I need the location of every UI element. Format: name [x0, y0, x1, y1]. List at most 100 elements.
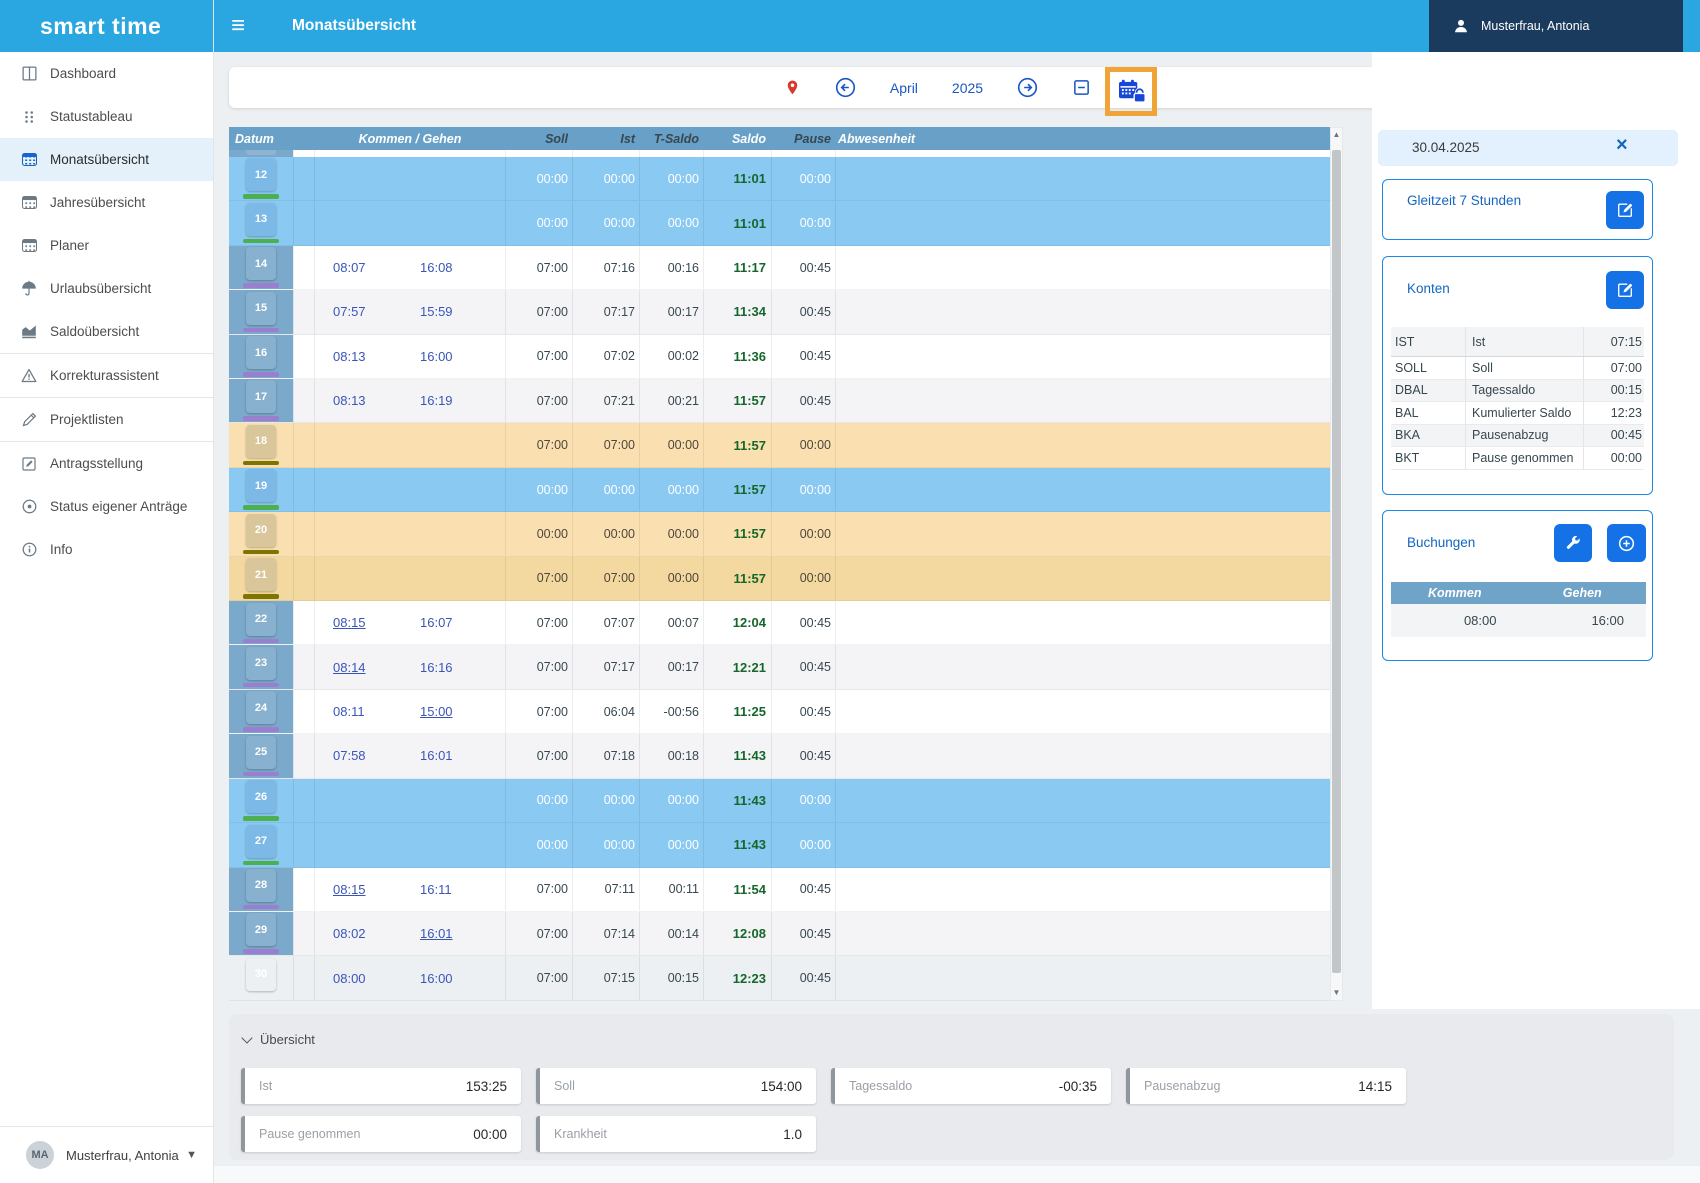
- schedule-label: Gleitzeit 7 Stunden: [1407, 191, 1537, 211]
- tsaldo-cell: 00:00: [640, 201, 704, 244]
- day-status-bar: [243, 239, 279, 244]
- gehen-time-link[interactable]: 15:59: [420, 304, 460, 319]
- table-row[interactable]: 1708:1316:1907:0007:2100:2111:5700:45: [229, 379, 1330, 423]
- saldo-cell: 12:04: [704, 601, 772, 644]
- gehen-time-link[interactable]: 15:00: [420, 704, 460, 719]
- kommen-time-link[interactable]: 08:15: [333, 882, 373, 897]
- buchung-row[interactable]: 08:0016:00: [1391, 604, 1646, 637]
- soll-cell: 00:00: [506, 468, 573, 511]
- gehen-time-link[interactable]: 16:19: [420, 393, 460, 408]
- calendar-lock-button[interactable]: [1117, 79, 1146, 104]
- sidebar-item-korrekturassistent[interactable]: Korrekturassistent: [0, 354, 213, 397]
- location-pin-icon[interactable]: [784, 78, 801, 97]
- close-icon[interactable]: ×: [1616, 134, 1628, 157]
- add-buchung-button[interactable]: [1607, 524, 1646, 562]
- sidebar-item-info[interactable]: Info: [0, 528, 213, 571]
- table-row[interactable]: 2208:1516:0707:0007:0700:0712:0400:45: [229, 601, 1330, 645]
- table-row[interactable]: 2808:1516:1107:0007:1100:1111:5400:45: [229, 868, 1330, 912]
- sidebar-item-dashboard[interactable]: Dashboard: [0, 52, 213, 95]
- table-row[interactable]: 1300:0000:0000:0011:0100:00: [229, 201, 1330, 245]
- chart-icon: [16, 323, 42, 340]
- sidebar-item-urlaubs-bersicht[interactable]: Urlaubsübersicht: [0, 267, 213, 310]
- kommen-time-link[interactable]: 08:00: [333, 971, 373, 986]
- sidebar-user-footer[interactable]: MA Musterfrau, Antonia ▼: [0, 1126, 213, 1183]
- table-row[interactable]: 1200:0000:0000:0011:0100:00: [229, 157, 1330, 201]
- table-row[interactable]: 2308:1416:1607:0007:1700:1712:2100:45: [229, 645, 1330, 689]
- header-kommen-gehen: Kommen / Gehen: [315, 132, 506, 146]
- table-row[interactable]: 1408:0716:0807:0007:1600:1611:1700:45: [229, 246, 1330, 290]
- calendar-year-icon: [16, 196, 42, 209]
- edit-konten-button[interactable]: [1606, 271, 1644, 309]
- table-row[interactable]: 1507:5715:5907:0007:1700:1711:3400:45: [229, 290, 1330, 334]
- kommen-time-link[interactable]: 08:02: [333, 926, 373, 941]
- sidebar-item-planer[interactable]: Planer: [0, 224, 213, 267]
- previous-month-button[interactable]: [835, 77, 856, 98]
- table-row[interactable]: 2408:1115:0007:0006:04-00:5611:2500:45: [229, 690, 1330, 734]
- konto-code: DBAL: [1391, 380, 1466, 402]
- kommen-time-link[interactable]: 08:15: [333, 615, 373, 630]
- table-scrollbar-thumb[interactable]: [1332, 150, 1341, 973]
- gehen-time-link[interactable]: 16:01: [420, 926, 460, 941]
- spacer-cell: [293, 423, 315, 466]
- konto-value: 00:15: [1584, 383, 1644, 397]
- table-scrollbar[interactable]: ▲ ▼: [1330, 127, 1343, 1001]
- table-header-row: Datum Kommen / Gehen Soll Ist T-Saldo Sa…: [229, 127, 1330, 150]
- kommen-time-link[interactable]: 07:58: [333, 748, 373, 763]
- sidebar-item-jahres-bersicht[interactable]: Jahresübersicht: [0, 181, 213, 224]
- soll-cell: 07:00: [506, 868, 573, 911]
- header-ist: Ist: [573, 132, 640, 146]
- buchungen-tools-button[interactable]: [1554, 524, 1592, 562]
- table-row[interactable]: 2507:5816:0107:0007:1800:1811:4300:45: [229, 734, 1330, 778]
- kommen-time-link[interactable]: 08:13: [333, 393, 373, 408]
- table-row[interactable]: 1608:1316:0007:0007:0200:0211:3600:45: [229, 335, 1330, 379]
- overview-toggle[interactable]: Übersicht: [243, 1032, 315, 1047]
- menu-icon[interactable]: ≡: [231, 14, 245, 38]
- edit-schedule-button[interactable]: [1606, 191, 1644, 229]
- kommen-time-link[interactable]: 08:11: [333, 704, 373, 719]
- gehen-time-link[interactable]: 16:00: [420, 971, 460, 986]
- user-menu[interactable]: Musterfrau, Antonia: [1429, 0, 1683, 52]
- sidebar-item-antragsstellung[interactable]: Antragsstellung: [0, 442, 213, 485]
- table-row[interactable]: 3008:0016:0007:0007:1500:1512:2300:45: [229, 956, 1330, 1000]
- scroll-down-arrow[interactable]: ▼: [1331, 986, 1342, 1000]
- sidebar-item-saldo-bersicht[interactable]: Saldoübersicht: [0, 310, 213, 353]
- table-row[interactable]: 1807:0007:0000:0011:5700:00: [229, 423, 1330, 467]
- sidebar-item-status-eigener-antr-ge[interactable]: Status eigener Anträge: [0, 485, 213, 528]
- edit-square-icon: [16, 456, 42, 472]
- collapse-rows-button[interactable]: [1072, 78, 1091, 97]
- table-row[interactable]: 2107:0007:0000:0011:5700:00: [229, 557, 1330, 601]
- konto-label: Pausenabzug: [1466, 425, 1584, 447]
- ist-cell: 00:00: [573, 157, 640, 200]
- kommen-gehen-cell: 08:13 16:00: [315, 335, 506, 378]
- table-row[interactable]: 2000:0000:0000:0011:5700:00: [229, 512, 1330, 556]
- konten-row: DBALTagessaldo00:15: [1391, 380, 1644, 403]
- next-month-button[interactable]: [1017, 77, 1038, 98]
- gehen-time-link[interactable]: 16:07: [420, 615, 460, 630]
- scroll-up-arrow[interactable]: ▲: [1331, 128, 1342, 142]
- table-row[interactable]: 2600:0000:0000:0011:4300:00: [229, 779, 1330, 823]
- buchungen-header-row: Kommen Gehen: [1391, 582, 1646, 604]
- gehen-time-link[interactable]: 16:08: [420, 260, 460, 275]
- chevron-down-icon[interactable]: ▼: [186, 1149, 197, 1161]
- kommen-time-link[interactable]: 08:07: [333, 260, 373, 275]
- kommen-time-link[interactable]: 07:57: [333, 304, 373, 319]
- gehen-time-link[interactable]: 16:01: [420, 748, 460, 763]
- kommen-time-link[interactable]: 08:14: [333, 660, 373, 675]
- gehen-time-link[interactable]: 16:11: [420, 882, 460, 897]
- day-status-bar: [243, 505, 279, 510]
- chevron-down-icon: [241, 1032, 252, 1043]
- gehen-time-link[interactable]: 16:16: [420, 660, 460, 675]
- sidebar-item-projektlisten[interactable]: Projektlisten: [0, 398, 213, 441]
- buchungen-title: Buchungen: [1407, 535, 1475, 550]
- table-row[interactable]: 1900:0000:0000:0011:5700:00: [229, 468, 1330, 512]
- sidebar-item-statustableau[interactable]: Statustableau: [0, 95, 213, 138]
- year-select[interactable]: 2025: [952, 80, 983, 96]
- sidebar-item-monats-bersicht[interactable]: Monatsübersicht: [0, 138, 213, 181]
- month-select[interactable]: April: [890, 80, 918, 96]
- table-row[interactable]: 2700:0000:0000:0011:4300:00: [229, 823, 1330, 867]
- gehen-time-link[interactable]: 16:00: [420, 349, 460, 364]
- kommen-time-link[interactable]: 08:13: [333, 349, 373, 364]
- konto-label: Pause genommen: [1466, 447, 1584, 469]
- day-badge: 30: [246, 958, 276, 991]
- table-row[interactable]: 2908:0216:0107:0007:1400:1412:0800:45: [229, 912, 1330, 956]
